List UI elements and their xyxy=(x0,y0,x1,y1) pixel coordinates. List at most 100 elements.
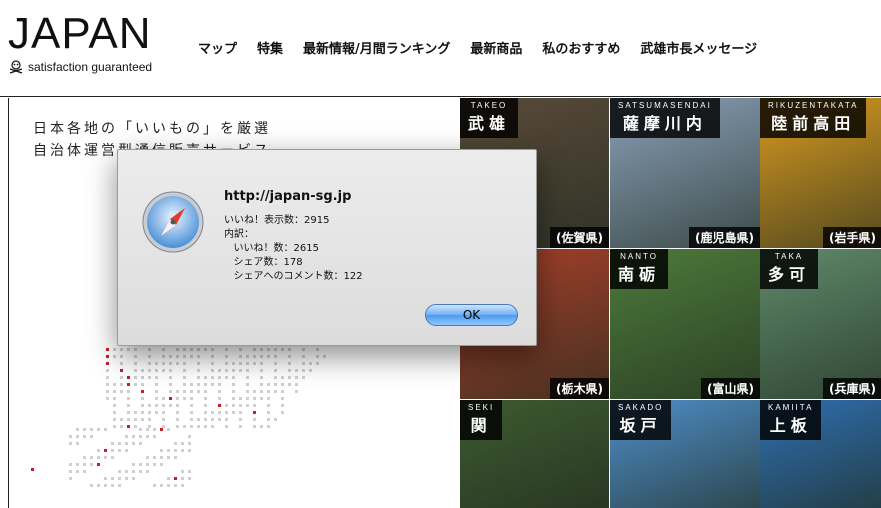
map-dot xyxy=(295,390,298,393)
map-dot xyxy=(155,404,158,407)
map-dot xyxy=(181,477,184,480)
map-dot xyxy=(169,355,172,358)
map-dot xyxy=(141,397,144,400)
nav-my-picks[interactable]: 私のおすすめ xyxy=(542,38,620,57)
tile-name-label: SATSUMASENDAI 薩摩川内 xyxy=(610,98,720,138)
map-dot xyxy=(104,449,107,452)
nav-news-ranking[interactable]: 最新情報/月間ランキング xyxy=(303,38,450,57)
map-dot xyxy=(118,470,121,473)
map-dot xyxy=(31,468,34,471)
nav-map[interactable]: マップ xyxy=(198,38,237,57)
nav-features[interactable]: 特集 xyxy=(257,38,283,57)
map-dot xyxy=(183,362,186,365)
map-dot xyxy=(188,449,191,452)
map-dot xyxy=(97,449,100,452)
map-dot xyxy=(127,418,130,421)
map-dot xyxy=(118,477,121,480)
map-dot xyxy=(225,411,228,414)
map-dot xyxy=(197,376,200,379)
map-dot xyxy=(155,390,158,393)
map-dot xyxy=(97,463,100,466)
msg-line-total: いいね！表示数：2915 xyxy=(224,215,330,226)
map-dot xyxy=(134,348,137,351)
map-dot xyxy=(134,383,137,386)
map-dot xyxy=(176,404,179,407)
map-dot xyxy=(141,411,144,414)
map-dot xyxy=(225,355,228,358)
map-dot xyxy=(155,397,158,400)
map-dot xyxy=(274,362,277,365)
map-dot xyxy=(76,428,79,431)
map-dot xyxy=(176,425,179,428)
map-dot xyxy=(211,355,214,358)
tile-name-label: KAMIITA 上板 xyxy=(760,400,822,440)
tile-romaji: KAMIITA xyxy=(768,403,814,412)
map-dot xyxy=(218,397,221,400)
map-dot xyxy=(153,428,156,431)
map-dot xyxy=(155,376,158,379)
map-dot xyxy=(127,404,130,407)
map-dot xyxy=(169,383,172,386)
map-dot xyxy=(190,355,193,358)
site-logo[interactable]: JAPAN satisfaction guaranteed xyxy=(8,10,158,75)
municipality-tile[interactable]: SAKADO 坂戸 xyxy=(610,400,760,508)
map-dot xyxy=(190,418,193,421)
municipality-tile[interactable]: KAMIITA 上板 xyxy=(760,400,881,508)
map-dot xyxy=(232,397,235,400)
map-dot xyxy=(113,355,116,358)
map-dot xyxy=(218,404,221,407)
municipality-tile[interactable]: NANTO 南砺 (富山県) xyxy=(610,249,760,399)
map-dot xyxy=(83,435,86,438)
map-dot xyxy=(281,383,284,386)
map-dot xyxy=(274,418,277,421)
map-dot xyxy=(267,383,270,386)
map-dot xyxy=(288,348,291,351)
map-dot xyxy=(162,397,165,400)
municipality-tile[interactable]: TAKA 多可 (兵庫県) xyxy=(760,249,881,399)
map-dot xyxy=(274,390,277,393)
map-dot xyxy=(246,355,249,358)
tile-kanji: 坂戸 xyxy=(619,416,662,435)
map-dot xyxy=(288,369,291,372)
map-dot xyxy=(104,456,107,459)
site-header: JAPAN satisfaction guaranteed マップ 特集 最新情… xyxy=(0,0,881,97)
map-dot xyxy=(232,404,235,407)
map-dot xyxy=(148,376,151,379)
map-dot xyxy=(141,376,144,379)
map-dot xyxy=(183,369,186,372)
map-dot xyxy=(302,362,305,365)
map-dot xyxy=(127,376,130,379)
map-dot xyxy=(204,376,207,379)
ok-button[interactable]: OK xyxy=(425,304,518,326)
municipality-tile[interactable]: SATSUMASENDAI 薩摩川内 (鹿児島県) xyxy=(610,98,760,248)
tile-kanji: 陸前高田 xyxy=(771,114,856,133)
dialog-title: http://japan-sg.jp xyxy=(224,189,352,204)
map-dot xyxy=(302,348,305,351)
map-dot xyxy=(190,404,193,407)
map-dot xyxy=(181,442,184,445)
map-dot xyxy=(141,390,144,393)
municipality-tile[interactable]: RIKUZENTAKATA 陸前高田 (岩手県) xyxy=(760,98,881,248)
map-dot xyxy=(90,484,93,487)
map-dot xyxy=(218,383,221,386)
nav-mayor-message[interactable]: 武雄市長メッセージ xyxy=(640,38,757,57)
map-dot xyxy=(148,411,151,414)
map-dot xyxy=(106,390,109,393)
map-dot xyxy=(316,348,319,351)
map-dot xyxy=(113,404,116,407)
map-dot xyxy=(139,442,142,445)
map-dot xyxy=(106,362,109,365)
map-dot xyxy=(267,418,270,421)
tile-name-label: SEKI 関 xyxy=(460,400,503,440)
map-dot xyxy=(253,355,256,358)
map-dot xyxy=(167,449,170,452)
map-dot xyxy=(260,397,263,400)
map-dot xyxy=(176,362,179,365)
nav-new-products[interactable]: 最新商品 xyxy=(470,38,522,57)
map-dot xyxy=(274,369,277,372)
map-dot xyxy=(120,348,123,351)
map-dot xyxy=(183,348,186,351)
municipality-tile[interactable]: SEKI 関 xyxy=(460,400,609,508)
map-dot xyxy=(155,362,158,365)
map-dot xyxy=(204,390,207,393)
